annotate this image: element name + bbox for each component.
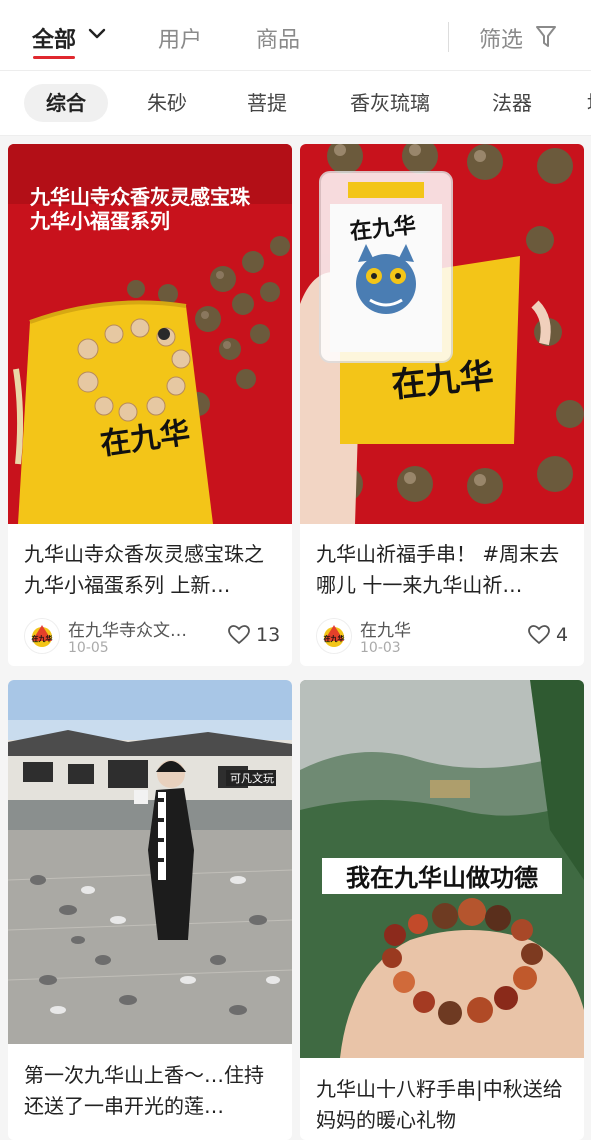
post-image: 在九华 在九华 bbox=[300, 144, 584, 524]
chevron-down-icon[interactable] bbox=[88, 28, 106, 40]
filter-funnel-icon[interactable] bbox=[535, 25, 557, 49]
post-title[interactable]: 九华山祈福手串！ #周末去哪儿 十一来九华山祈… bbox=[316, 539, 568, 601]
post-card[interactable]: 我在九华山做功德 九华山十八籽手串|中秋送给妈妈的暖心礼物 bbox=[300, 680, 584, 1140]
category-chip-ritual-items[interactable]: 法器 bbox=[485, 84, 539, 122]
svg-text:在九华: 在九华 bbox=[324, 634, 345, 643]
avatar[interactable]: 在九华 bbox=[316, 618, 352, 654]
avatar[interactable]: 在九华 bbox=[24, 618, 60, 654]
category-chip-comprehensive[interactable]: 综合 bbox=[24, 84, 108, 122]
overlay-text: 我在九华山做功德 bbox=[346, 864, 538, 892]
like-count: 4 bbox=[556, 624, 569, 646]
like-count: 13 bbox=[256, 624, 281, 646]
tab-goods[interactable]: 商品 bbox=[256, 22, 300, 54]
post-title[interactable]: 九华山寺众香灰灵感宝珠之九华小福蛋系列 上新… bbox=[24, 539, 276, 601]
post-image: 在九华 九华山寺众香灰灵感宝珠 九华小福蛋系列 bbox=[8, 144, 292, 524]
category-chip-more[interactable]: 坛 bbox=[582, 84, 591, 122]
avatar-logo-icon: 在九华 bbox=[25, 619, 59, 653]
overlay-text-line2: 九华小福蛋系列 bbox=[29, 209, 170, 233]
heart-icon[interactable] bbox=[528, 625, 550, 645]
category-chip-incense-glass[interactable]: 香灰琉璃 bbox=[344, 84, 436, 122]
category-chip-cinnabar[interactable]: 朱砂 bbox=[140, 84, 194, 122]
top-tab-bar: 全部 用户 商品 筛选 bbox=[0, 0, 591, 71]
post-title[interactable]: 九华山十八籽手串|中秋送给妈妈的暖心礼物 bbox=[316, 1074, 568, 1136]
tab-all[interactable]: 全部 bbox=[32, 22, 76, 54]
svg-text:在九华: 在九华 bbox=[32, 634, 53, 643]
post-card[interactable]: 在九华 九华山寺众香灰灵感宝珠 九华小福蛋系列 九华山寺众香灰灵感宝珠之九华小福… bbox=[8, 144, 292, 666]
author-name[interactable]: 在九华寺众文… bbox=[68, 616, 198, 641]
post-date: 10-03 bbox=[360, 640, 401, 656]
author-name[interactable]: 在九华 bbox=[360, 616, 490, 641]
post-image: 我在九华山做功德 bbox=[300, 680, 584, 1058]
post-title[interactable]: 第一次九华山上香～…住持还送了一串开光的莲… bbox=[24, 1060, 276, 1122]
tab-users[interactable]: 用户 bbox=[158, 22, 202, 54]
avatar-logo-icon: 在九华 bbox=[317, 619, 351, 653]
heart-icon[interactable] bbox=[228, 625, 250, 645]
post-date: 10-05 bbox=[68, 640, 109, 656]
post-card[interactable]: 在九华 在九华 九华山祈福手串！ #周末去哪儿 十一来九华山祈… 在九华 在九华… bbox=[300, 144, 584, 666]
overlay-text-line1: 九华山寺众香灰灵感宝珠 bbox=[29, 185, 251, 209]
post-card[interactable]: 可凡文玩 第一次九华山上香～…住持还送了一串开光的莲… bbox=[8, 680, 292, 1140]
active-tab-indicator bbox=[33, 56, 75, 59]
filter-button[interactable]: 筛选 bbox=[479, 22, 523, 54]
category-chip-bodhi[interactable]: 菩提 bbox=[240, 84, 294, 122]
shop-sign-text: 可凡文玩 bbox=[230, 771, 274, 785]
category-bar: 综合 朱砂 菩提 香灰琉璃 法器 坛 bbox=[0, 71, 591, 136]
divider bbox=[448, 22, 449, 52]
post-image: 可凡文玩 bbox=[8, 680, 292, 1044]
